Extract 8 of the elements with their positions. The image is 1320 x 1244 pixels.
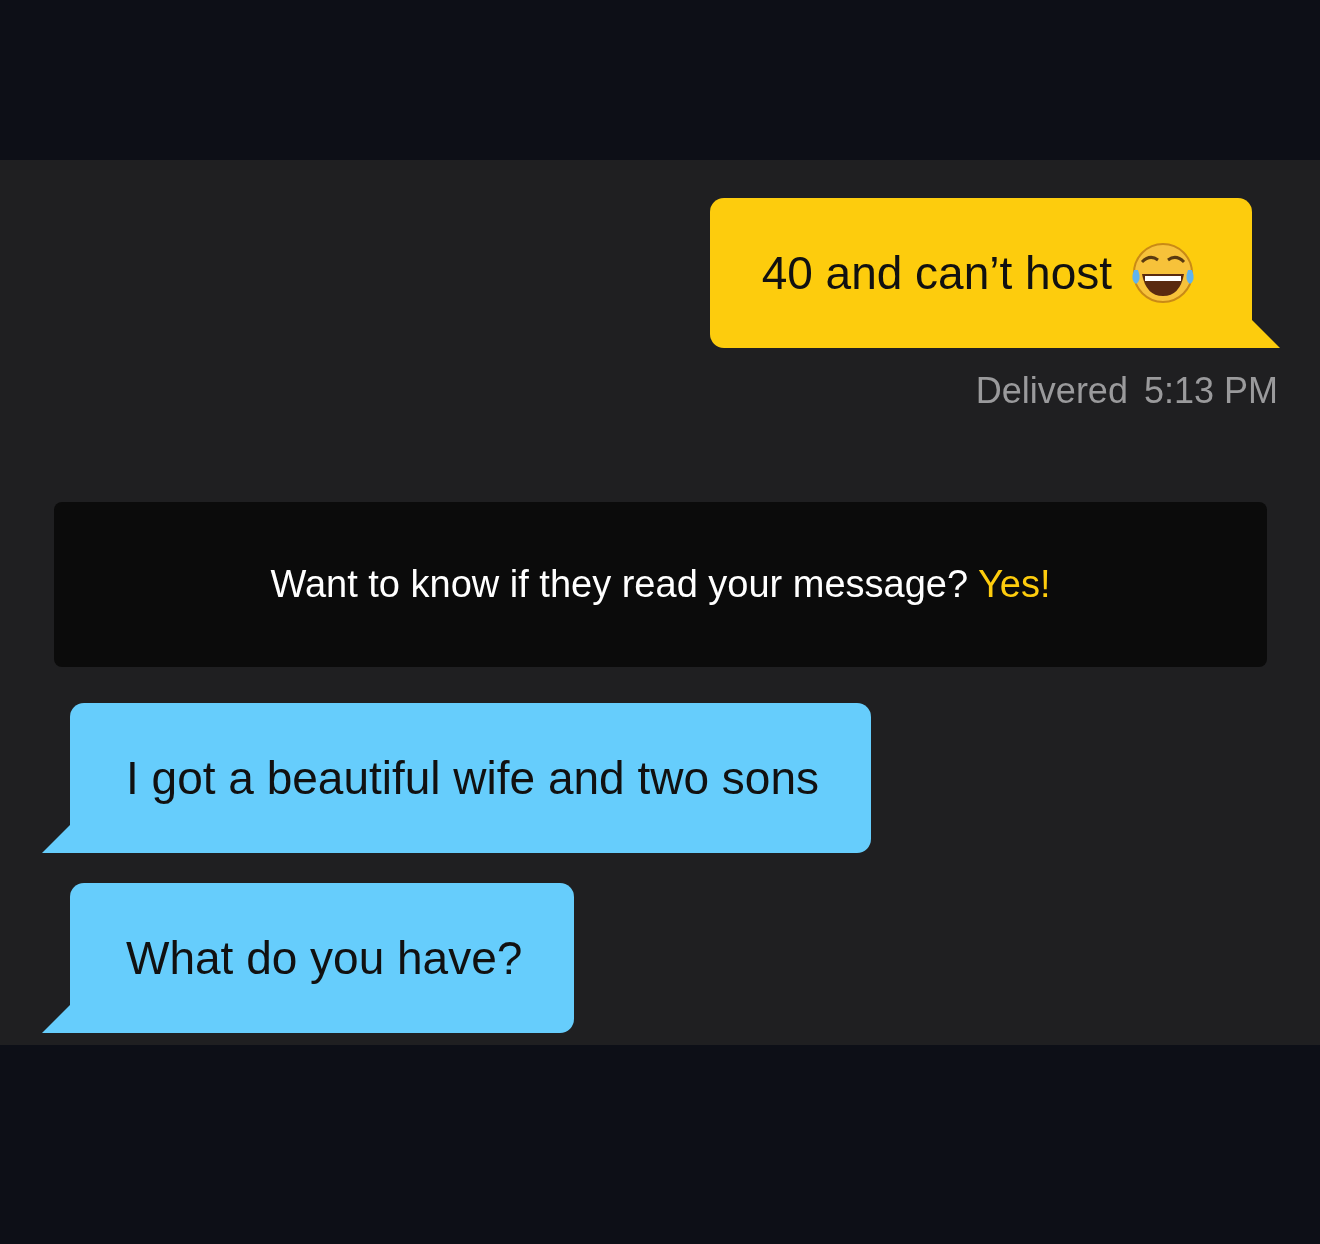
delivery-status: Delivered — [975, 370, 1128, 412]
message-text: What do you have? — [126, 931, 523, 985]
yes-link[interactable]: Yes! — [978, 563, 1051, 605]
message-time: 5:13 PM — [1143, 370, 1278, 412]
message-text: I got a beautiful wife and two sons — [126, 751, 819, 805]
banner-text: Want to know if they read your message? Yes! — [270, 563, 1051, 606]
laughing-face-icon — [1130, 240, 1196, 306]
message-text: 40 and can’t host — [761, 246, 1112, 300]
